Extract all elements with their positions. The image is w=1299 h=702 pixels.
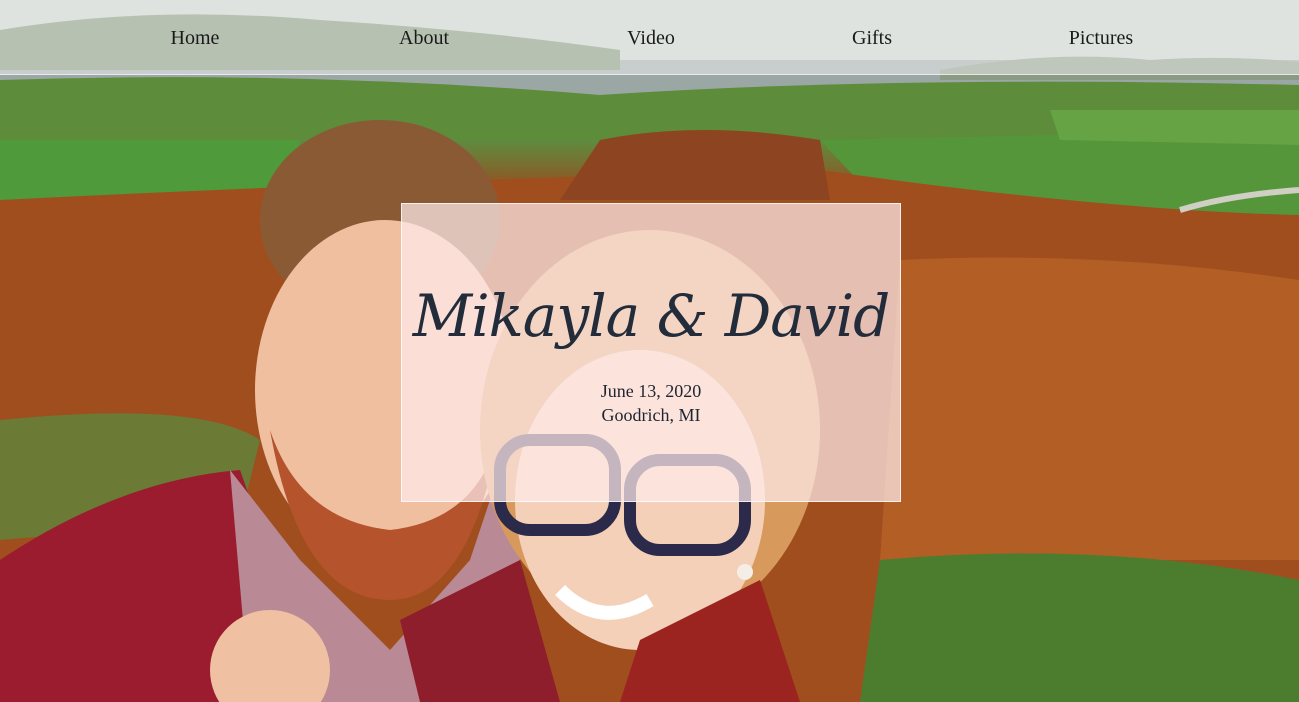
- nav-item-pictures: Pictures: [1031, 25, 1171, 51]
- nav-menu: Home About Video Gifts Pictures: [0, 25, 1299, 51]
- couple-names-heading: Mikayla & David: [412, 282, 891, 350]
- nav-item-home: Home: [125, 25, 265, 51]
- nav-item-video: Video: [581, 25, 721, 51]
- title-card: Mikayla & David June 13, 2020 Goodrich, …: [401, 203, 901, 502]
- nav-link-pictures[interactable]: Pictures: [1069, 27, 1133, 49]
- nav-item-about: About: [354, 25, 494, 51]
- top-nav-bar: Home About Video Gifts Pictures: [0, 0, 1299, 75]
- wedding-location: Goodrich, MI: [601, 405, 701, 425]
- nav-link-home[interactable]: Home: [171, 27, 220, 49]
- nav-link-video[interactable]: Video: [627, 27, 675, 49]
- nav-item-gifts: Gifts: [802, 25, 942, 51]
- nav-link-about[interactable]: About: [399, 27, 449, 49]
- nav-link-gifts[interactable]: Gifts: [852, 27, 892, 49]
- wedding-date: June 13, 2020: [600, 381, 702, 401]
